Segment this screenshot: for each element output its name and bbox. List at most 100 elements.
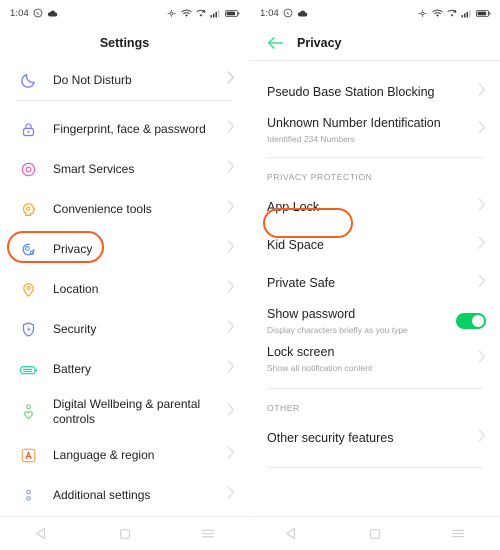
sidebar-item-additional-settings[interactable]: Additional settings	[0, 475, 249, 515]
nav-bar-left	[0, 516, 249, 550]
moon-icon	[17, 69, 39, 91]
chevron-right-icon	[478, 83, 486, 101]
row-body: Do Not Disturb	[53, 73, 221, 88]
list-item-label: Other security features	[267, 430, 394, 445]
back-triangle-icon[interactable]	[270, 522, 314, 546]
shield-icon	[17, 318, 39, 340]
row-body: Security	[53, 322, 221, 337]
chevron-right-icon	[227, 486, 235, 504]
status-time: 1:04	[10, 7, 29, 19]
location-pin-icon	[17, 278, 39, 300]
sidebar-item-location[interactable]: Location	[0, 269, 249, 309]
status-bar-left-group: 1:04	[10, 8, 58, 19]
show-password-toggle[interactable]	[456, 313, 486, 329]
privacy-title-bar: Privacy	[250, 26, 500, 60]
list-item-unknown-number-identification[interactable]: Unknown Number Identification Identified…	[250, 111, 500, 149]
row-body: App Lock	[267, 200, 472, 215]
sidebar-item-do-not-disturb[interactable]: Do Not Disturb	[0, 60, 249, 100]
sidebar-item-fingerprint[interactable]: Fingerprint, face & password	[0, 109, 249, 149]
row-body: Battery	[53, 362, 221, 377]
list-item-sublabel: Show all notification content	[267, 362, 373, 373]
convenience-tools-icon	[17, 198, 39, 220]
list-item-label: Pseudo Base Station Blocking	[267, 84, 435, 99]
sidebar-item-digital-wellbeing[interactable]: Digital Wellbeing & parental controls	[0, 389, 249, 435]
settings-list: Do Not Disturb Fingerprint, face & passw…	[0, 60, 249, 515]
page-title: Settings	[99, 36, 150, 50]
sidebar-item-label: Do Not Disturb	[53, 72, 132, 87]
sidebar-item-label: Language & region	[53, 447, 155, 462]
privacy-list: Pseudo Base Station Blocking Unknown Num…	[250, 73, 500, 468]
battery-icon	[476, 9, 491, 17]
additional-settings-icon	[17, 484, 39, 506]
chevron-right-icon	[478, 121, 486, 139]
sidebar-item-label: Additional settings	[53, 487, 151, 502]
status-bar-left-group: 1:04	[260, 8, 308, 19]
sidebar-item-label: Fingerprint, face & password	[53, 121, 206, 136]
sidebar-item-label: Privacy	[53, 241, 93, 256]
status-time: 1:04	[260, 7, 279, 19]
list-item-pseudo-base-station[interactable]: Pseudo Base Station Blocking	[250, 73, 500, 111]
chevron-right-icon	[227, 120, 235, 138]
whatsapp-icon	[33, 8, 43, 18]
sidebar-item-label: Security	[53, 321, 97, 336]
row-body: Kid Space	[267, 238, 472, 253]
recents-menu-icon[interactable]	[186, 522, 230, 546]
settings-screen: 1:04 Settings Do Not Disturb Fingerprint…	[0, 0, 250, 550]
row-body: Private Safe	[267, 276, 472, 291]
home-square-icon[interactable]	[353, 522, 397, 546]
back-arrow-icon[interactable]	[267, 36, 284, 50]
toggle-knob	[472, 315, 484, 327]
whatsapp-icon	[283, 8, 293, 18]
list-divider	[17, 100, 232, 101]
row-body: Pseudo Base Station Blocking	[267, 85, 472, 100]
chevron-right-icon	[227, 160, 235, 178]
list-item-show-password[interactable]: Show password Display characters briefly…	[250, 302, 500, 340]
list-item-private-safe[interactable]: Private Safe	[250, 264, 500, 302]
status-bar-right-group	[417, 9, 491, 18]
chevron-right-icon	[227, 240, 235, 258]
list-item-app-lock[interactable]: App Lock	[250, 188, 500, 226]
list-item-other-security-features[interactable]: Other security features	[250, 419, 500, 457]
sidebar-item-label: Battery	[53, 361, 92, 376]
sidebar-item-smart-services[interactable]: Smart Services	[0, 149, 249, 189]
row-body: Convenience tools	[53, 202, 221, 217]
section-header-privacy-protection: PRIVACY PROTECTION	[267, 172, 373, 182]
battery-icon	[225, 9, 240, 17]
sidebar-item-battery[interactable]: Battery	[0, 349, 249, 389]
sidebar-item-label: Digital Wellbeing & parental controls	[53, 397, 201, 426]
row-body: Other security features	[267, 431, 472, 446]
back-triangle-icon[interactable]	[20, 522, 64, 546]
title-divider	[250, 60, 500, 61]
smart-services-icon	[17, 158, 39, 180]
list-item-label: App Lock	[267, 199, 320, 214]
row-body: Language & region	[53, 448, 221, 463]
row-body: Additional settings	[53, 488, 221, 503]
row-body: Fingerprint, face & password	[53, 122, 221, 137]
sidebar-item-security[interactable]: Security	[0, 309, 249, 349]
list-item-label: Kid Space	[267, 237, 324, 252]
chevron-right-icon	[227, 403, 235, 421]
language-icon	[17, 444, 39, 466]
home-square-icon[interactable]	[103, 522, 147, 546]
status-bar-right-group	[166, 9, 240, 18]
list-item-sublabel: Display characters briefly as you type	[267, 324, 408, 335]
privacy-screen: 1:04 Privacy Pseudo Base Station Blockin…	[250, 0, 500, 550]
list-item-kid-space[interactable]: Kid Space	[250, 226, 500, 264]
sidebar-item-language-region[interactable]: Language & region	[0, 435, 249, 475]
row-body: Show password Display characters briefly…	[267, 307, 456, 336]
row-body: Privacy	[53, 242, 221, 257]
wifi-icon	[181, 9, 192, 17]
privacy-icon	[17, 238, 39, 260]
sidebar-item-privacy[interactable]: Privacy	[0, 229, 249, 269]
recents-menu-icon[interactable]	[436, 522, 480, 546]
sidebar-item-convenience-tools[interactable]: Convenience tools	[0, 189, 249, 229]
row-body: Location	[53, 282, 221, 297]
list-divider	[267, 467, 483, 468]
sidebar-item-label: Smart Services	[53, 161, 135, 176]
chevron-right-icon	[227, 360, 235, 378]
status-bar-left: 1:04	[0, 0, 249, 26]
list-item-sublabel: Identified 234 Numbers	[267, 133, 355, 144]
chevron-right-icon	[227, 320, 235, 338]
list-item-lock-screen[interactable]: Lock screen Show all notification conten…	[250, 340, 500, 378]
lock-icon	[17, 118, 39, 140]
